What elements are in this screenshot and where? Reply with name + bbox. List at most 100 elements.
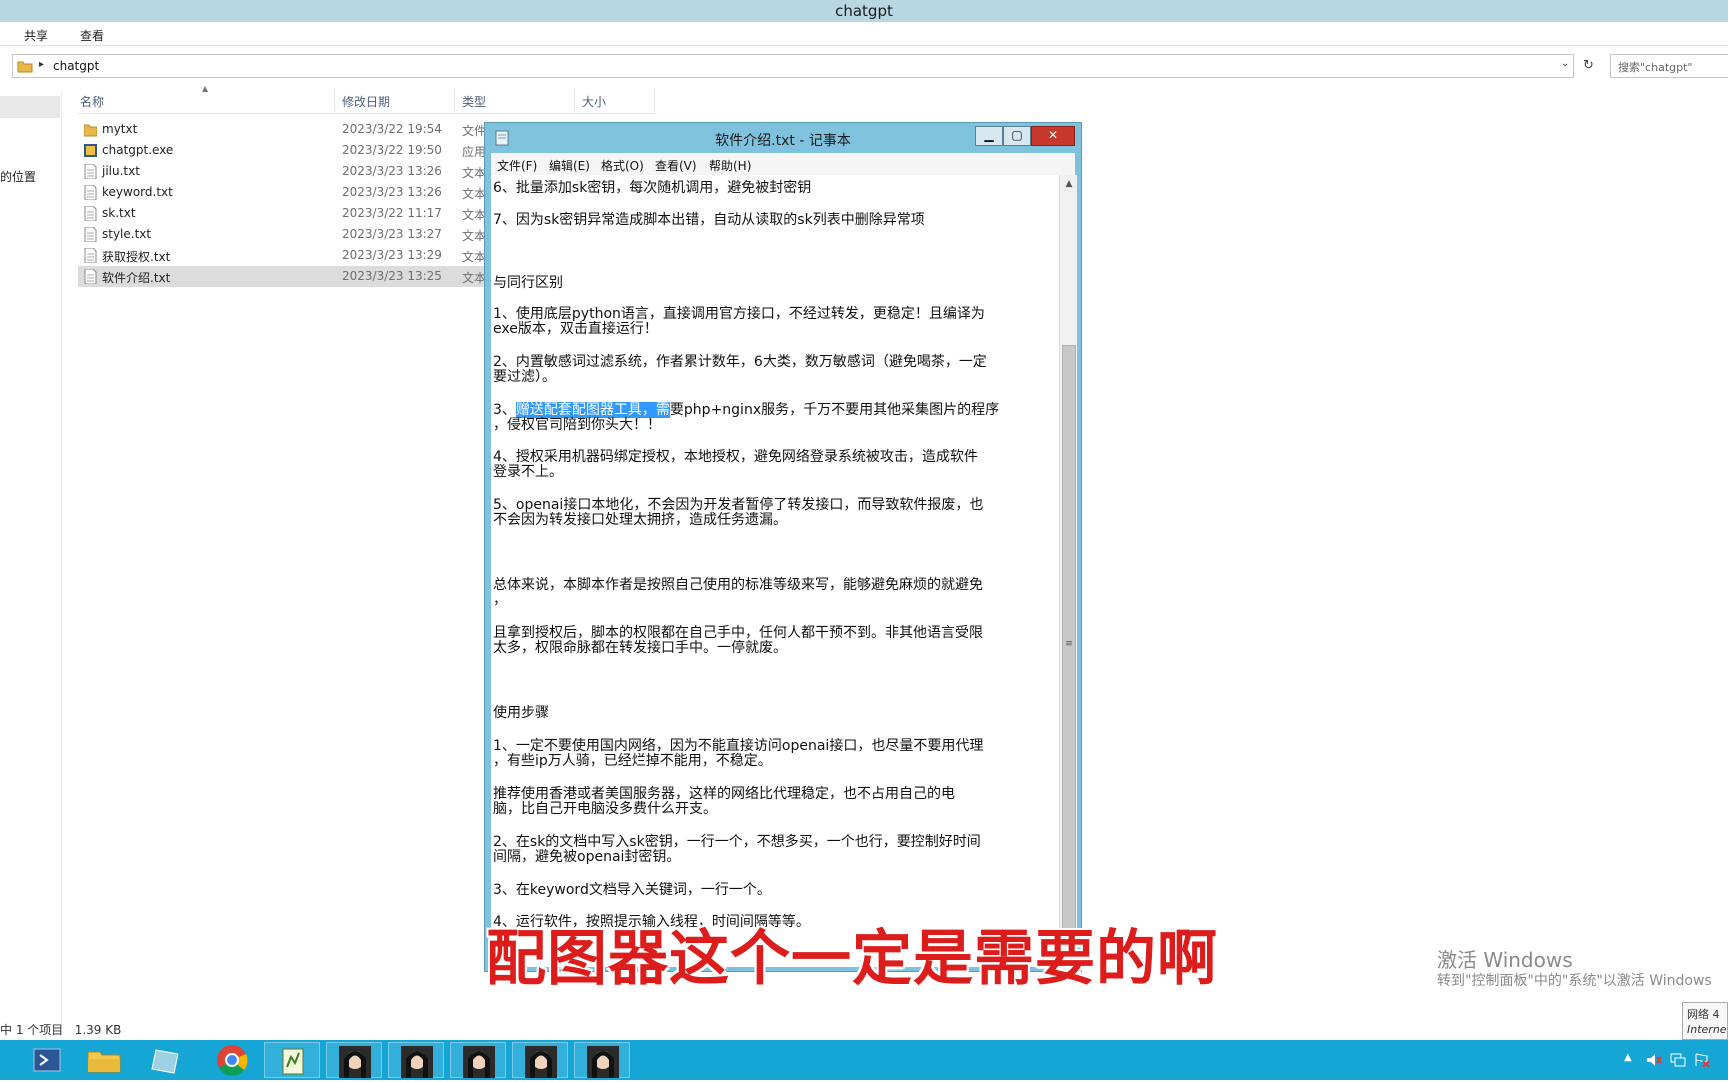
powershell-button[interactable]	[18, 1042, 74, 1078]
grip-icon: ≡	[1065, 639, 1073, 649]
text-file-icon	[84, 227, 97, 242]
portrait-icon	[525, 1046, 557, 1078]
portrait-icon	[463, 1046, 495, 1078]
vertical-scrollbar[interactable]: ▲ ≡	[1059, 175, 1077, 967]
nav-item-location[interactable]: 的位置	[0, 168, 36, 185]
text-line: 登录不上。	[493, 464, 563, 480]
text-file-icon	[84, 164, 97, 179]
photo-window-button[interactable]	[512, 1042, 568, 1078]
portrait-icon	[339, 1046, 371, 1078]
portrait-icon	[587, 1046, 619, 1078]
text-line: 2、内置敏感词过滤系统，作者累计数年，6大类，数万敏感词（避免喝茶，一定	[493, 354, 987, 370]
status-size: 1.39 KB	[74, 1023, 122, 1037]
chevron-down-icon[interactable]: ⌄	[1561, 58, 1569, 69]
photo-window-button[interactable]	[326, 1042, 382, 1078]
action-center-flag-icon[interactable]	[1694, 1053, 1710, 1067]
network-tooltip: 网络 4 Interne	[1682, 1002, 1728, 1040]
portrait-icon	[401, 1046, 433, 1078]
column-type[interactable]: 类型	[462, 93, 486, 110]
file-row[interactable]: sk.txt 2023/3/22 11:17 文本	[78, 203, 498, 224]
status-item-count: 中 1 个项目	[0, 1023, 64, 1037]
file-row[interactable]: keyword.txt 2023/3/23 13:26 文本	[78, 182, 498, 203]
breadcrumb[interactable]: chatgpt	[53, 59, 99, 73]
activation-watermark-title: 激活 Windows	[1437, 948, 1573, 972]
network-icon[interactable]	[1670, 1053, 1686, 1067]
menu-view[interactable]: 查看(V)	[655, 157, 697, 174]
activation-watermark-text: 转到"控制面板"中的"系统"以激活 Windows	[1437, 973, 1712, 989]
menu-help[interactable]: 帮助(H)	[709, 157, 751, 174]
navigation-pane	[0, 90, 62, 1028]
text-file-icon	[84, 206, 97, 221]
menu-file[interactable]: 文件(F)	[497, 157, 537, 174]
close-button[interactable]: ✕	[1031, 126, 1075, 146]
column-size[interactable]: 大小	[582, 93, 606, 110]
file-row[interactable]: 获取授权.txt 2023/3/23 13:29 文本	[78, 245, 498, 266]
column-name[interactable]: 名称	[80, 93, 104, 110]
text-line: 太多，权限命脉都在转发接口手中。一停就废。	[493, 640, 787, 656]
speaker-muted-icon[interactable]	[1646, 1053, 1662, 1067]
sort-arrow-icon: ▲	[202, 84, 209, 93]
text-line: 7、因为sk密钥异常造成脚本出错，自动从读取的sk列表中删除异常项	[493, 212, 925, 228]
maximize-button[interactable]: ▢	[1003, 126, 1031, 146]
text-line: ，有些ip万人骑，已经烂掉不能用，不稳定。	[493, 753, 772, 769]
file-row[interactable]: style.txt 2023/3/23 13:27 文本	[78, 224, 498, 245]
notepad-icon	[282, 1048, 304, 1075]
menu-format[interactable]: 格式(O)	[601, 157, 644, 174]
photo-window-button[interactable]	[450, 1042, 506, 1078]
text-line: 使用步骤	[493, 705, 549, 721]
tray-expand-icon[interactable]: ▲	[1624, 1052, 1632, 1063]
ribbon-tab-view[interactable]: 查看	[80, 27, 104, 44]
menu-edit[interactable]: 编辑(E)	[549, 157, 590, 174]
folder-icon	[17, 61, 33, 73]
chrome-button[interactable]	[204, 1042, 260, 1078]
folder-icon	[84, 124, 97, 137]
text-file-icon	[84, 185, 97, 200]
text-line: 3、在keyword文档导入关键词，一行一个。	[493, 882, 771, 898]
scroll-up-icon[interactable]: ▲	[1060, 179, 1078, 189]
notepad-taskbar-button[interactable]	[264, 1042, 320, 1078]
text-line: 脑，比自己开电脑没多费什么开支。	[493, 801, 717, 817]
text-line: 要过滤）。	[493, 369, 556, 385]
text-line: exe版本，双击直接运行！	[493, 321, 658, 337]
text-line: ，侵权官司陪到你头大！！	[493, 417, 661, 433]
server-manager-button[interactable]	[138, 1042, 194, 1078]
folder-icon	[87, 1051, 121, 1073]
tablet-icon	[151, 1049, 179, 1074]
refresh-icon[interactable]: ↻	[1583, 58, 1594, 73]
column-header: 名称 ▲ 修改日期 类型 大小	[78, 84, 656, 114]
notepad-menu-bar: 文件(F) 编辑(E) 格式(O) 查看(V) 帮助(H)	[491, 153, 1075, 175]
photo-window-button[interactable]	[388, 1042, 444, 1078]
explorer-title: chatgpt	[835, 2, 893, 20]
text-line: 总体来说，本脚本作者是按照自己使用的标准等级来写，能够避免麻烦的就避免	[493, 577, 983, 593]
text-line: 6、批量添加sk密钥，每次随机调用，避免被封密钥	[493, 180, 812, 196]
file-row[interactable]: jilu.txt 2023/3/23 13:26 文本	[78, 161, 498, 182]
tooltip-line: 网络 4	[1687, 1008, 1720, 1021]
text-file-icon	[84, 248, 97, 263]
file-explorer-button[interactable]	[76, 1042, 132, 1078]
tooltip-line: Interne	[1687, 1023, 1727, 1036]
photo-window-button[interactable]	[574, 1042, 630, 1078]
file-row[interactable]: mytxt 2023/3/22 19:54 文件	[78, 119, 498, 140]
chrome-icon	[217, 1045, 248, 1076]
text-line: ，	[493, 592, 507, 608]
search-placeholder: 搜索"chatgpt"	[1618, 61, 1693, 74]
status-bar: 中 1 个项目 1.39 KB	[0, 1021, 121, 1038]
text-line: 4、授权采用机器码绑定授权，本地授权，避免网络登录系统被攻击，造成软件	[493, 449, 978, 465]
text-file-icon	[84, 269, 97, 284]
notepad-window[interactable]: 软件介绍.txt - 记事本 ▁ ▢ ✕ 文件(F) 编辑(E) 格式(O) 查…	[484, 122, 1082, 972]
text-line: 不会因为转发接口处理太拥挤，造成任务遗漏。	[493, 512, 787, 528]
notepad-text-area[interactable]: 6、批量添加sk密钥，每次随机调用，避免被封密钥 7、因为sk密钥异常造成脚本出…	[491, 175, 1059, 967]
file-row-selected[interactable]: 软件介绍.txt 2023/3/23 13:25 文本	[78, 266, 498, 287]
text-line: 与同行区别	[493, 275, 563, 291]
video-caption: 配图器这个一定是需要的啊	[486, 924, 1218, 994]
column-date[interactable]: 修改日期	[342, 93, 390, 110]
nav-selected-item[interactable]	[0, 96, 60, 118]
notepad-title-bar[interactable]: 软件介绍.txt - 记事本 ▁ ▢ ✕	[485, 123, 1081, 153]
powershell-icon	[33, 1048, 61, 1072]
breadcrumb-arrow-icon[interactable]: ▸	[39, 59, 44, 70]
minimize-button[interactable]: ▁	[975, 126, 1003, 146]
file-row[interactable]: chatgpt.exe 2023/3/22 19:50 应用	[78, 140, 498, 161]
ribbon-tab-share[interactable]: 共享	[24, 27, 48, 44]
address-bar[interactable]: ▸ chatgpt ⌄ ↻	[12, 54, 1594, 78]
taskbar: ▲	[0, 1040, 1728, 1080]
